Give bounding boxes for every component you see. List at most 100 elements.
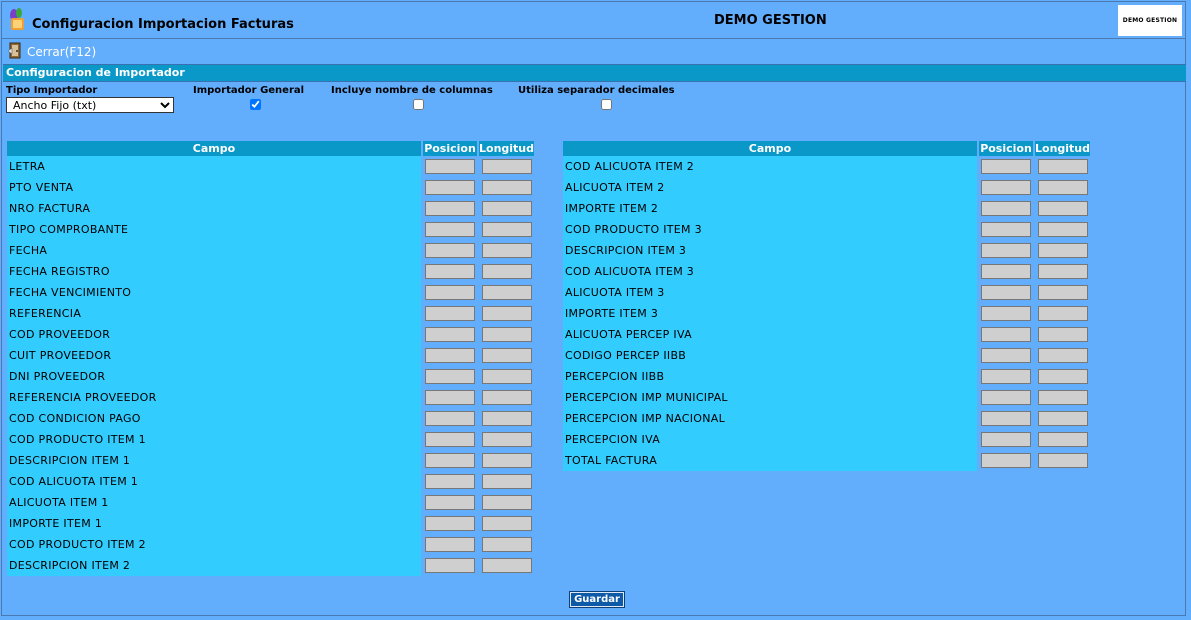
posicion-input[interactable] [981, 285, 1031, 300]
field-row: TOTAL FACTURA [563, 450, 1090, 471]
field-name: COD PROVEEDOR [7, 324, 421, 345]
longitud-input[interactable] [1037, 264, 1088, 279]
close-button[interactable]: Cerrar(F12) [7, 42, 96, 62]
posicion-input[interactable] [425, 558, 475, 573]
longitud-input[interactable] [1037, 222, 1088, 237]
longitud-input[interactable] [481, 453, 532, 468]
longitud-input[interactable] [481, 327, 532, 342]
separador-decimales-checkbox[interactable] [601, 99, 612, 110]
longitud-input[interactable] [1037, 306, 1088, 321]
longitud-input[interactable] [481, 159, 532, 174]
posicion-input[interactable] [425, 537, 475, 552]
longitud-input[interactable] [481, 369, 532, 384]
posicion-input[interactable] [981, 180, 1031, 195]
posicion-cell [979, 219, 1033, 240]
longitud-input[interactable] [481, 516, 532, 531]
posicion-input[interactable] [425, 159, 475, 174]
posicion-input[interactable] [425, 348, 475, 363]
longitud-header: Longitud [479, 141, 535, 156]
longitud-cell [479, 366, 534, 387]
field-row: PTO VENTA [7, 177, 534, 198]
longitud-input[interactable] [1037, 432, 1088, 447]
posicion-input[interactable] [425, 369, 475, 384]
posicion-cell [423, 219, 477, 240]
posicion-input[interactable] [425, 264, 475, 279]
campo-header: Campo [7, 141, 421, 156]
posicion-input[interactable] [981, 264, 1031, 279]
longitud-input[interactable] [481, 432, 532, 447]
posicion-input[interactable] [981, 243, 1031, 258]
longitud-input[interactable] [481, 285, 532, 300]
longitud-input[interactable] [481, 348, 532, 363]
field-name: REFERENCIA [7, 303, 421, 324]
posicion-input[interactable] [425, 390, 475, 405]
posicion-cell [979, 408, 1033, 429]
posicion-input[interactable] [425, 180, 475, 195]
posicion-input[interactable] [981, 306, 1031, 321]
field-row: PERCEPCION IIBB [563, 366, 1090, 387]
posicion-input[interactable] [981, 453, 1031, 468]
longitud-input[interactable] [1037, 180, 1088, 195]
posicion-input[interactable] [425, 243, 475, 258]
longitud-input[interactable] [1037, 390, 1088, 405]
longitud-input[interactable] [481, 495, 532, 510]
posicion-input[interactable] [425, 306, 475, 321]
field-name: DNI PROVEEDOR [7, 366, 421, 387]
longitud-input[interactable] [481, 201, 532, 216]
importador-general-label: Importador General [193, 85, 305, 96]
longitud-input[interactable] [1037, 369, 1088, 384]
longitud-input[interactable] [481, 264, 532, 279]
longitud-input[interactable] [1037, 159, 1088, 174]
longitud-input[interactable] [1037, 243, 1088, 258]
longitud-input[interactable] [1037, 411, 1088, 426]
longitud-input[interactable] [1037, 201, 1088, 216]
posicion-input[interactable] [981, 432, 1031, 447]
longitud-input[interactable] [1037, 348, 1088, 363]
incluye-columnas-checkbox[interactable] [413, 99, 424, 110]
posicion-input[interactable] [425, 432, 475, 447]
posicion-input[interactable] [981, 411, 1031, 426]
posicion-input[interactable] [425, 285, 475, 300]
posicion-input[interactable] [981, 201, 1031, 216]
longitud-input[interactable] [481, 243, 532, 258]
posicion-input[interactable] [981, 348, 1031, 363]
field-name: COD PRODUCTO ITEM 2 [7, 534, 421, 555]
save-button[interactable]: Guardar [569, 591, 625, 608]
longitud-input[interactable] [481, 474, 532, 489]
longitud-input[interactable] [1037, 327, 1088, 342]
posicion-input[interactable] [425, 495, 475, 510]
longitud-input[interactable] [481, 537, 532, 552]
tipo-importador-select[interactable]: Ancho Fijo (txt) [6, 97, 174, 113]
importador-general-checkbox[interactable] [250, 99, 261, 110]
field-row: DESCRIPCION ITEM 1 [7, 450, 534, 471]
posicion-input[interactable] [981, 327, 1031, 342]
posicion-input[interactable] [981, 159, 1031, 174]
posicion-cell [423, 303, 477, 324]
longitud-input[interactable] [481, 558, 532, 573]
posicion-input[interactable] [425, 516, 475, 531]
longitud-input[interactable] [1037, 285, 1088, 300]
posicion-input[interactable] [425, 453, 475, 468]
field-row: CODIGO PERCEP IIBB [563, 345, 1090, 366]
posicion-input[interactable] [981, 369, 1031, 384]
longitud-cell [479, 387, 534, 408]
posicion-input[interactable] [425, 201, 475, 216]
posicion-cell [979, 387, 1033, 408]
longitud-input[interactable] [481, 180, 532, 195]
field-name: FECHA REGISTRO [7, 261, 421, 282]
posicion-input[interactable] [425, 327, 475, 342]
posicion-input[interactable] [981, 390, 1031, 405]
longitud-input[interactable] [481, 306, 532, 321]
posicion-cell [423, 555, 477, 576]
field-row: COD ALICUOTA ITEM 2 [563, 156, 1090, 177]
posicion-input[interactable] [425, 411, 475, 426]
posicion-input[interactable] [981, 222, 1031, 237]
longitud-input[interactable] [481, 390, 532, 405]
field-name: COD ALICUOTA ITEM 3 [563, 261, 977, 282]
posicion-input[interactable] [425, 474, 475, 489]
longitud-input[interactable] [1037, 453, 1088, 468]
posicion-input[interactable] [425, 222, 475, 237]
longitud-input[interactable] [481, 222, 532, 237]
field-name: DESCRIPCION ITEM 2 [7, 555, 421, 576]
longitud-input[interactable] [481, 411, 532, 426]
